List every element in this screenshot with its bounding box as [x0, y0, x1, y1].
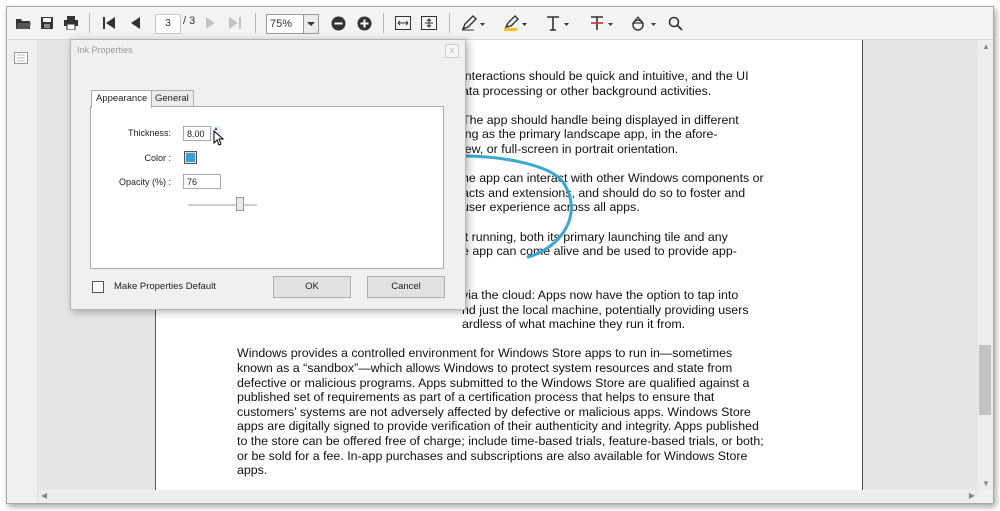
document-text-line: user experience across all apps. [462, 200, 640, 215]
scroll-down-icon[interactable]: ▼ [982, 479, 990, 488]
highlight-pen-icon[interactable] [501, 12, 531, 34]
ok-button[interactable]: OK [273, 276, 351, 298]
text-tool-icon[interactable] [543, 12, 573, 34]
page-number-input[interactable]: 3 [155, 14, 181, 34]
document-text-line: ardless of what machine they run it from… [462, 317, 686, 332]
document-text-line: published set of requirements as part of… [237, 390, 715, 405]
document-text-line: ing as the primary landscape app, in the… [462, 127, 718, 142]
separator [255, 13, 256, 33]
document-text-line: to the store can be offered free of char… [237, 434, 764, 448]
save-icon[interactable] [37, 12, 57, 34]
document-text-line: he app can interact with other Windows c… [462, 171, 764, 186]
document-text-line: defective or malicious programs. Apps su… [237, 375, 750, 390]
appearance-panel: Thickness: 8.00 ▲ ▼ Color : Opacity (%) … [90, 106, 444, 269]
document-text-line: iew, or full-screen in portrait orientat… [462, 142, 679, 156]
strikethrough-icon[interactable] [587, 12, 617, 34]
separator [89, 13, 90, 33]
print-icon[interactable] [61, 12, 81, 34]
last-page-icon[interactable] [225, 12, 245, 34]
thumbnail-panel [7, 40, 38, 503]
document-text-line: apps. [237, 463, 268, 478]
open-file-icon[interactable] [13, 12, 33, 34]
zoom-out-icon[interactable] [328, 12, 348, 34]
opacity-value: 76 [187, 177, 198, 187]
tab-appearance[interactable]: Appearance [91, 90, 153, 108]
zoom-value: 75% [270, 18, 293, 30]
color-swatch[interactable] [184, 151, 197, 164]
document-text-line: or be sold for a fee. In-app purchases a… [237, 448, 748, 463]
mouse-cursor-icon [213, 129, 225, 151]
document-text-line: known as a “sandbox”—which allows Window… [237, 361, 733, 375]
fit-page-icon[interactable] [419, 12, 439, 34]
make-default-label: Make Properties Default [114, 281, 216, 292]
separator [383, 13, 384, 33]
toolbar: 3 / 3 75% [7, 7, 993, 40]
previous-page-icon[interactable] [125, 12, 145, 34]
separator [449, 13, 450, 33]
opacity-slider-thumb[interactable] [236, 197, 244, 211]
document-text-line: The app should handle being displayed in… [462, 112, 739, 127]
color-label: Color : [144, 153, 171, 163]
cancel-button[interactable]: Cancel [367, 276, 445, 298]
thickness-value: 8.00 [187, 129, 205, 139]
first-page-icon[interactable] [99, 12, 119, 34]
opacity-label: Opacity (%) : [118, 177, 171, 187]
document-text-line: nd just the local machine, potentially p… [462, 302, 749, 317]
document-text-line: acts and extensions, and should do so to… [462, 185, 746, 200]
document-text-line: interactions should be quick and intuiti… [462, 69, 749, 83]
thickness-label: Thickness: [127, 128, 171, 138]
scroll-up-icon[interactable]: ▲ [982, 42, 990, 51]
scroll-right-icon[interactable]: ▶ [969, 491, 975, 500]
zoom-select[interactable]: 75% [266, 14, 319, 34]
tab-general[interactable]: General [150, 90, 194, 107]
fit-width-icon[interactable] [393, 12, 413, 34]
document-text-line: ata processing or other background activ… [462, 83, 712, 98]
page-total: / 3 [183, 15, 196, 27]
ink-properties-dialog: Ink Properties x Appearance General Thic… [70, 39, 466, 310]
horizontal-scrollbar[interactable]: ◀ ▶ [38, 490, 978, 503]
shapes-icon[interactable] [627, 12, 661, 34]
document-text-line: Windows provides a controlled environmen… [237, 346, 733, 361]
chevron-down-icon[interactable] [303, 15, 318, 33]
document-text-line: customers’ systems are not adversely aff… [237, 404, 751, 419]
close-button[interactable]: x [445, 44, 459, 58]
opacity-slider-track[interactable] [188, 204, 257, 206]
dialog-title: Ink Properties [77, 45, 133, 55]
scroll-left-icon[interactable]: ◀ [41, 491, 47, 500]
document-text-line: via the cloud: Apps now have the option … [462, 288, 739, 302]
vertical-scroll-thumb[interactable] [979, 345, 991, 415]
ink-pen-icon[interactable] [459, 12, 489, 34]
vertical-scrollbar[interactable]: ▲ ▼ [978, 40, 993, 490]
document-text-line: apps are digitally signed to provide ver… [237, 419, 759, 434]
zoom-in-icon[interactable] [354, 12, 374, 34]
document-text-line: e app can come alive and be used to prov… [462, 244, 737, 259]
search-icon[interactable] [665, 12, 685, 34]
document-text-line: ’t running, both its primary launching t… [462, 229, 728, 244]
next-page-icon[interactable] [201, 12, 221, 34]
page-thumbnails-icon[interactable] [14, 51, 28, 69]
make-default-checkbox[interactable] [92, 281, 104, 293]
opacity-input[interactable]: 76 [183, 174, 221, 189]
